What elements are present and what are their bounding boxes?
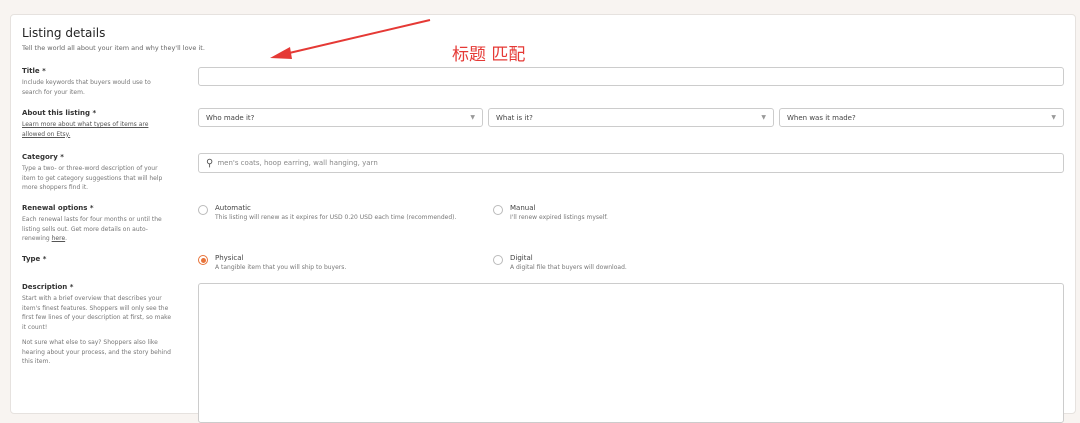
annotation-text: 标题 匹配	[452, 45, 526, 65]
annotation-arrow-icon	[270, 19, 431, 59]
